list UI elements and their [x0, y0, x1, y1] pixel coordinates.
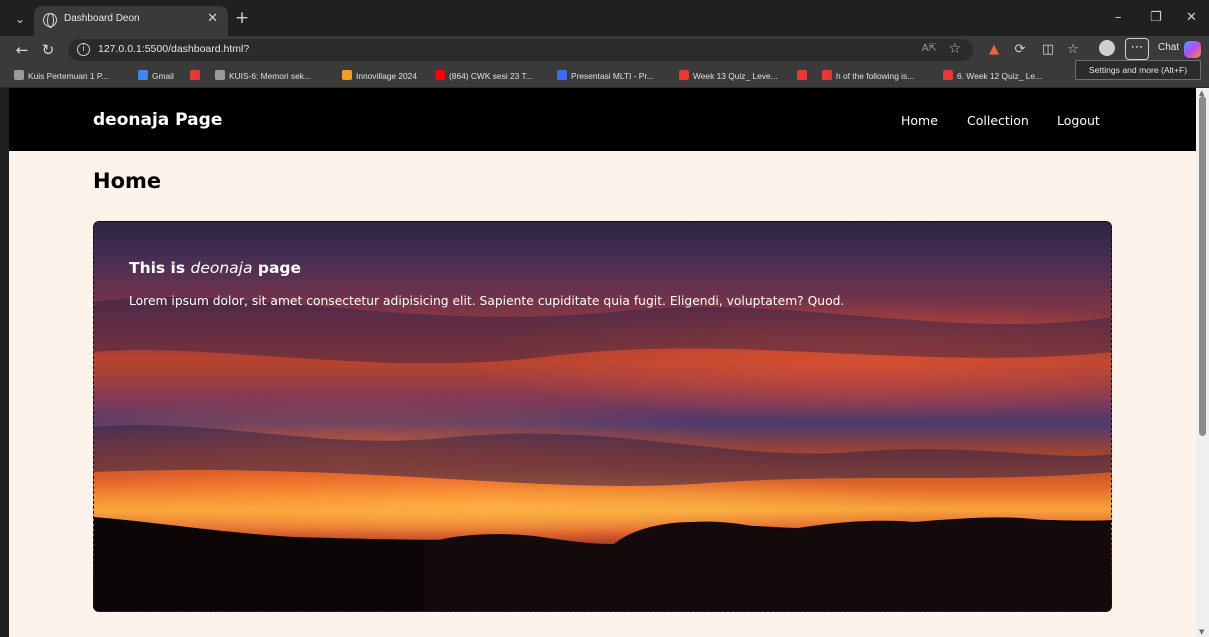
favorite-star-icon[interactable]: ☆ — [948, 41, 961, 57]
bookmark-item[interactable]: 6. Week 12 Quiz_ Le... — [943, 69, 1042, 83]
page-viewport: deonaja Page Home Collection Logout Home… — [9, 88, 1196, 637]
bookmark-item[interactable]: Presentasi MLTI - Pr... — [557, 69, 654, 83]
bookmark-label: KUIS-6: Memori sek... — [229, 71, 311, 81]
bookmark-favicon-icon — [797, 70, 807, 80]
bookmark-label: Week 13 Quiz_ Leve... — [693, 71, 778, 81]
hero-title-emphasis: deonaja — [190, 259, 253, 277]
bookmark-label: 6. Week 12 Quiz_ Le... — [957, 71, 1043, 81]
bookmark-item[interactable]: (864) CWK sesi 23 T... — [435, 69, 533, 83]
bookmark-item[interactable]: Kuis Pertemuan 1 P... — [14, 69, 108, 83]
refresh-icon[interactable]: ↻ — [38, 40, 58, 60]
bookmark-favicon-icon — [943, 70, 953, 80]
new-tab-plus-icon[interactable]: + — [232, 8, 252, 28]
bookmark-label: (864) CWK sesi 23 T... — [449, 71, 533, 81]
profile-avatar-icon[interactable] — [1097, 40, 1117, 60]
hero-title: This is deonaja page — [129, 259, 302, 277]
browser-window: ⌄ Dashboard Deon ✕ + – ❐ ✕ ← ↻ i 127.0.0… — [0, 0, 1209, 637]
url-text[interactable]: 127.0.0.1:5500/dashboard.html? — [98, 43, 249, 55]
site-info-icon[interactable]: i — [77, 43, 90, 56]
bookmark-label: Presentasi MLTI - Pr... — [571, 71, 654, 81]
bookmark-favicon-icon — [435, 70, 445, 80]
bookmark-item[interactable]: Week 13 Quiz_ Leve... — [679, 69, 778, 83]
tab-close-icon[interactable]: ✕ — [207, 11, 218, 26]
nav-link-home[interactable]: Home — [901, 113, 938, 128]
bookmark-favicon-icon — [679, 70, 689, 80]
scroll-down-arrow-icon[interactable]: ▼ — [1199, 628, 1204, 636]
bookmark-favicon-icon — [822, 70, 832, 80]
window-close-icon[interactable]: ✕ — [1186, 10, 1197, 26]
tab-dashboard[interactable]: Dashboard Deon ✕ — [34, 6, 228, 36]
copilot-icon[interactable] — [1184, 41, 1201, 58]
extensions-puzzle-icon[interactable]: ⟳ — [1010, 40, 1030, 60]
title-bar: ⌄ Dashboard Deon ✕ + – ❐ ✕ — [0, 0, 1209, 36]
bookmark-label: Kuis Pertemuan 1 P... — [28, 71, 109, 81]
site-navbar: deonaja Page Home Collection Logout — [9, 88, 1196, 151]
globe-icon — [43, 13, 57, 28]
tab-actions-chevron-icon[interactable]: ⌄ — [10, 10, 30, 28]
bookmark-item[interactable]: KUIS-6: Memori sek... — [215, 69, 311, 83]
bookmark-item[interactable] — [797, 69, 811, 83]
bookmark-favicon-icon — [138, 70, 148, 80]
bookmark-favicon-icon — [342, 70, 352, 80]
bookmark-favicon-icon — [14, 70, 24, 80]
restore-icon[interactable]: ❐ — [1150, 10, 1162, 26]
nav-link-logout[interactable]: Logout — [1057, 113, 1100, 128]
bookmark-favicon-icon — [557, 70, 567, 80]
hero-banner: This is deonaja page Lorem ipsum dolor, … — [93, 221, 1112, 612]
read-aloud-icon[interactable]: A⇱ — [922, 43, 937, 54]
extension-icon[interactable]: ▲ — [984, 40, 1004, 60]
chat-label[interactable]: Chat — [1158, 42, 1179, 53]
tab-title: Dashboard Deon — [64, 13, 140, 24]
split-screen-icon[interactable]: ◫ — [1038, 40, 1058, 60]
settings-and-more-icon[interactable]: ⋯ — [1125, 38, 1149, 60]
page-title: Home — [93, 169, 162, 193]
scrollbar-thumb[interactable] — [1199, 96, 1206, 436]
back-arrow-icon[interactable]: ← — [12, 40, 32, 60]
address-bar[interactable]: i 127.0.0.1:5500/dashboard.html? A⇱ ☆ — [68, 39, 973, 61]
bookmark-favicon-icon — [190, 70, 200, 80]
address-toolbar: ← ↻ i 127.0.0.1:5500/dashboard.html? A⇱ … — [0, 36, 1209, 64]
bookmark-label: h of the following is... — [836, 71, 915, 81]
bookmark-label: Gmail — [152, 71, 174, 81]
bookmark-label: Innovillage 2024 — [356, 71, 418, 81]
bookmarks-bar: Kuis Pertemuan 1 P... Gmail KUIS-6: Memori… — [0, 64, 1209, 88]
bookmark-item[interactable]: h of the following is... — [822, 69, 914, 83]
site-brand[interactable]: deonaja Page — [93, 110, 222, 130]
nav-link-collection[interactable]: Collection — [967, 113, 1029, 128]
favorites-icon[interactable]: ☆ — [1063, 40, 1083, 60]
page-scrollbar[interactable]: ▲ ▼ — [1196, 88, 1209, 637]
bookmark-favicon-icon — [215, 70, 225, 80]
sunset-image — [94, 297, 1111, 611]
bookmark-item[interactable]: Gmail — [138, 69, 174, 83]
settings-tooltip: Settings and more (Alt+F) — [1075, 60, 1201, 80]
hero-description: Lorem ipsum dolor, sit amet consectetur … — [129, 294, 845, 308]
minimize-icon[interactable]: – — [1115, 10, 1122, 26]
bookmark-item[interactable] — [190, 69, 204, 83]
bookmark-item[interactable]: Innovillage 2024 — [342, 69, 417, 83]
